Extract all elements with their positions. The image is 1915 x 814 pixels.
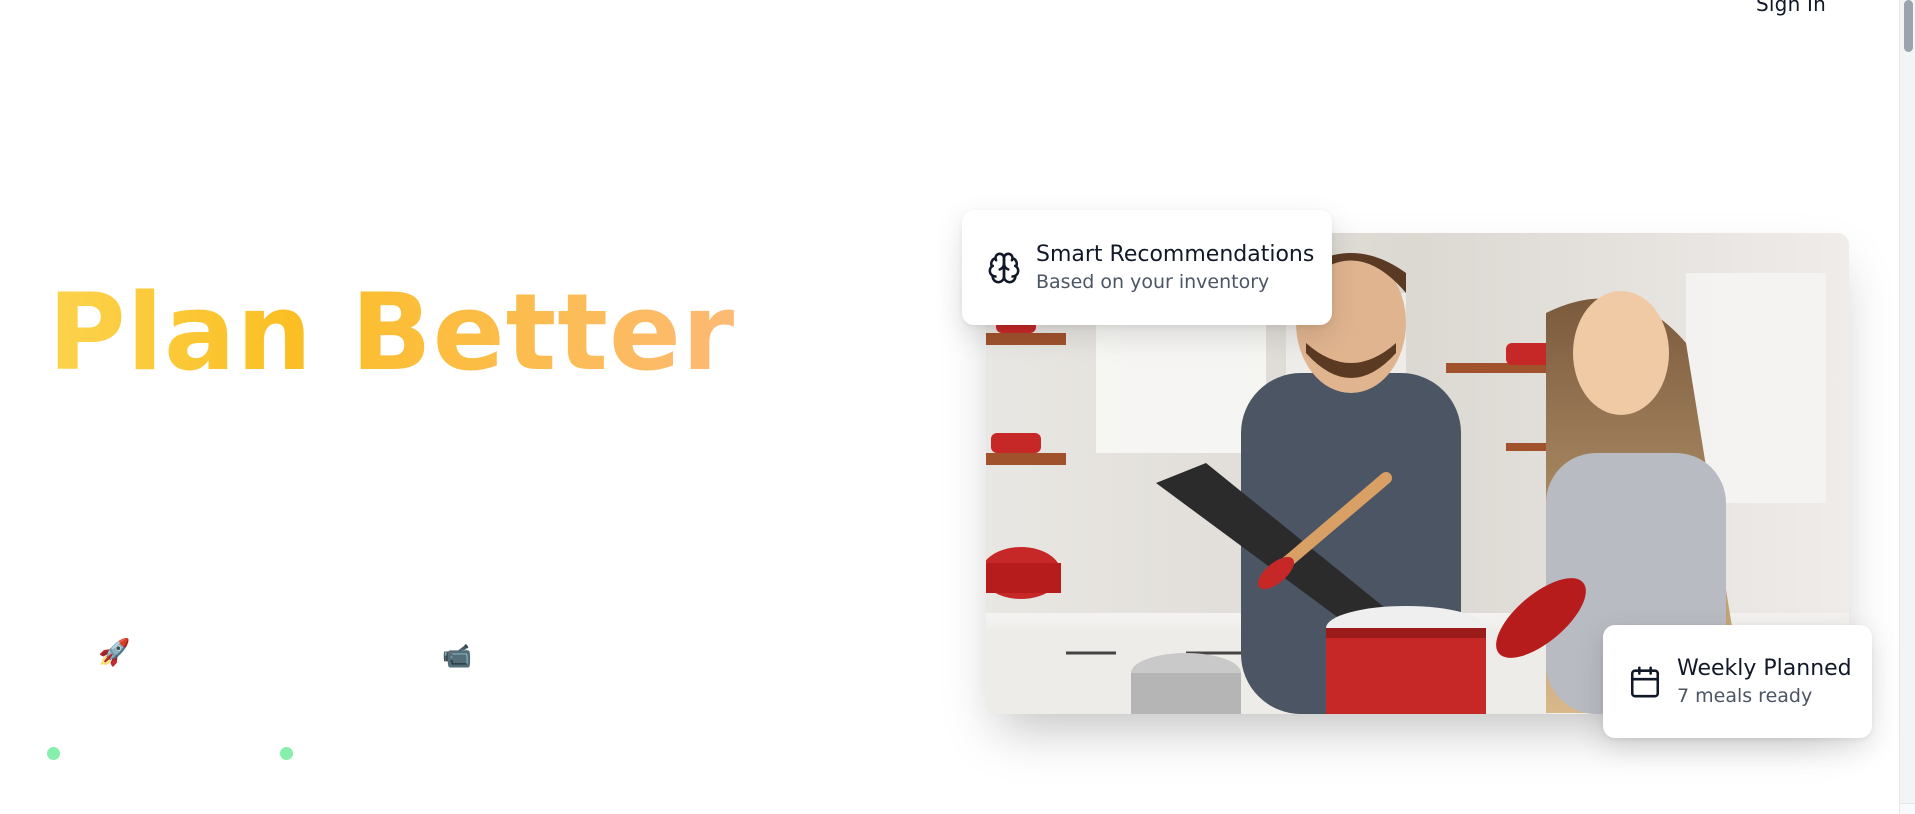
landing-page: Sign In Plan Better 🚀 📹 Smart Recommenda… <box>0 0 1915 814</box>
brain-icon <box>986 250 1022 286</box>
video-camera-icon: 📹 <box>442 642 472 670</box>
scrollbar-thumb[interactable] <box>1904 0 1913 52</box>
page-scrollbar[interactable] <box>1899 0 1915 814</box>
hero-title: Plan Better <box>48 271 736 394</box>
card-title: Smart Recommendations <box>1036 242 1315 267</box>
recommendations-card: Smart Recommendations Based on your inve… <box>962 210 1332 325</box>
card-subtitle: 7 meals ready <box>1677 685 1813 707</box>
card-title: Weekly Planned <box>1677 656 1852 681</box>
sign-in-link[interactable]: Sign In <box>1756 0 1826 16</box>
weekly-card: Weekly Planned 7 meals ready <box>1603 625 1872 738</box>
indicator-dot <box>47 747 60 760</box>
scrollbar-corner <box>1900 803 1915 814</box>
calendar-icon <box>1627 664 1663 700</box>
recommendations-text: Smart Recommendations Based on your inve… <box>1036 242 1314 293</box>
card-subtitle: Based on your inventory <box>1036 271 1270 293</box>
indicator-dot <box>280 747 293 760</box>
weekly-text: Weekly Planned 7 meals ready <box>1677 656 1852 707</box>
rocket-icon: 🚀 <box>98 638 131 668</box>
